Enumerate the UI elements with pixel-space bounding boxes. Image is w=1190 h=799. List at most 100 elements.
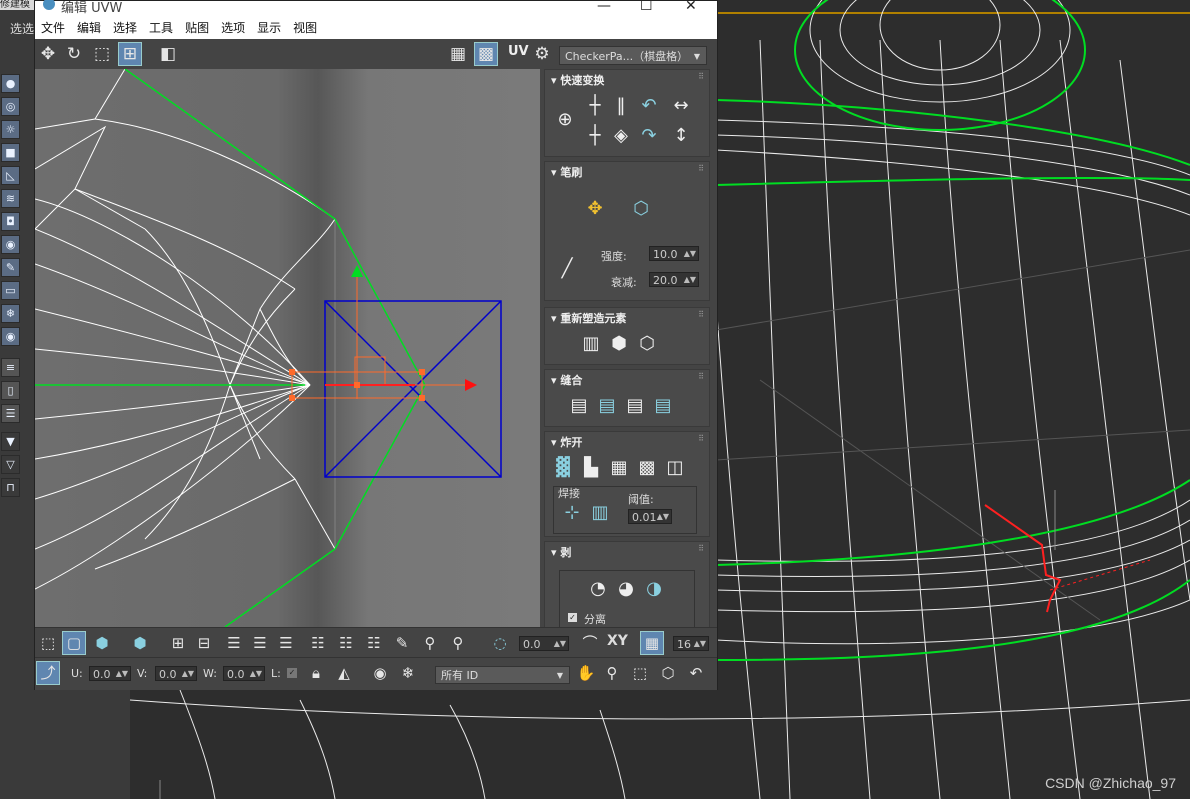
strength-spinner[interactable]: 10.0 ▲▼ — [649, 246, 699, 261]
weld-selected-icon[interactable]: ⊹ — [560, 501, 584, 525]
explode-title[interactable]: ▾ 炸开 — [551, 434, 582, 450]
flatten-icon[interactable]: ▦ — [607, 456, 631, 480]
shrink-selection-icon[interactable]: ⊟ — [193, 632, 215, 654]
loop-shrink-icon[interactable]: ☰ — [275, 632, 297, 654]
snap-toggle-icon[interactable]: ↶ — [685, 662, 707, 684]
shrink-brush-icon[interactable]: ⚲ — [447, 632, 469, 654]
helper-icon[interactable]: ◺ — [1, 166, 20, 185]
menu-select[interactable]: 选择 — [113, 17, 137, 39]
explode-edge-icon[interactable]: ◫ — [663, 456, 687, 480]
quick-transform-title[interactable]: ▾ 快速变换 — [551, 72, 604, 88]
w-spinner[interactable]: 0.0 ▲▼ — [223, 666, 265, 681]
stitch-custom-icon[interactable]: ▤ — [567, 394, 591, 418]
straighten-vertical-icon[interactable]: ↕ — [669, 124, 693, 148]
menu-mapping[interactable]: 贴图 — [185, 17, 209, 39]
peel-title[interactable]: ▾ 剥 — [551, 544, 571, 560]
align-horizontal-icon[interactable]: ┼ — [583, 94, 607, 118]
zoom-extents-icon[interactable]: ⬡ — [657, 662, 679, 684]
stitch-source-icon[interactable]: ▤ — [651, 394, 675, 418]
falloff-curve-icon[interactable]: ⌒ — [579, 632, 601, 654]
reset-peel-icon[interactable]: ◑ — [642, 577, 666, 601]
box-icon[interactable]: ⊓ — [1, 478, 20, 497]
filter2-icon[interactable]: ▽ — [1, 455, 20, 474]
move-icon[interactable]: ✥ — [37, 43, 59, 65]
list-icon[interactable]: ≡ — [1, 358, 20, 377]
hide-icon[interactable]: ◭ — [333, 662, 355, 684]
checker-off-icon[interactable]: ▦ — [447, 43, 469, 65]
utilities-icon[interactable]: ❄ — [1, 304, 20, 323]
light-icon[interactable]: ☼ — [1, 120, 20, 139]
relax-brush-icon[interactable]: ⬡ — [629, 197, 653, 221]
uv-label[interactable]: UV — [508, 44, 529, 59]
align-vertical-icon[interactable]: ┼ — [583, 124, 607, 148]
close-button[interactable]: ✕ — [685, 0, 697, 14]
modify-icon[interactable]: ◘ — [1, 212, 20, 231]
filter-icon[interactable]: ▼ — [1, 432, 20, 451]
falloff-spinner[interactable]: 20.0 ▲▼ — [649, 272, 699, 287]
eye-icon[interactable]: ◉ — [1, 327, 20, 346]
stitch-target-icon[interactable]: ▤ — [595, 394, 619, 418]
doc-icon[interactable]: ☰ — [1, 404, 20, 423]
threshold-spinner[interactable]: 0.01 ▲▼ — [628, 509, 672, 524]
brush-line-icon[interactable]: ╱ — [555, 257, 579, 281]
title-bar[interactable]: 编辑 UVW — ☐ ✕ — [35, 0, 717, 17]
menu-edit[interactable]: 编辑 — [77, 17, 101, 39]
straighten-icon[interactable]: ↔ — [669, 94, 693, 118]
l-checkbox[interactable]: ✓ — [287, 668, 297, 678]
falloff-space-label[interactable]: XY — [607, 633, 628, 649]
loop-icon[interactable]: ☰ — [223, 632, 245, 654]
sphere-icon[interactable]: ● — [1, 74, 20, 93]
spacewarp-icon[interactable]: ≋ — [1, 189, 20, 208]
snowflake-icon[interactable]: ❄ — [397, 662, 419, 684]
hierarchy-icon[interactable]: ◉ — [1, 235, 20, 254]
detach-checkbox[interactable]: ✓ — [568, 613, 577, 622]
rotate-icon[interactable]: ↻ — [63, 43, 85, 65]
peel-mode-icon[interactable]: ◕ — [614, 577, 638, 601]
pan-icon[interactable]: ✋ — [575, 662, 597, 684]
freeform-icon[interactable]: ⊞ — [118, 42, 142, 66]
enlarge-brush-icon[interactable]: ⚲ — [419, 632, 441, 654]
id-filter-select[interactable]: 所有 ID ▼ — [435, 666, 570, 684]
brush-title[interactable]: ▾ 笔刷 — [551, 164, 582, 180]
zoom-icon[interactable]: ⚲ — [601, 662, 623, 684]
snap-icon[interactable]: ▦ — [640, 631, 664, 655]
motion-icon[interactable]: ✎ — [1, 258, 20, 277]
space-horizontal-icon[interactable]: ◈ — [609, 124, 633, 148]
menu-tools[interactable]: 工具 — [149, 17, 173, 39]
select-face-icon[interactable]: ⬢ — [91, 632, 113, 654]
relax-icon[interactable]: ⬢ — [607, 332, 631, 356]
break-icon[interactable]: ▓ — [551, 456, 575, 480]
checker-icon[interactable]: ▩ — [474, 42, 498, 66]
reshape-title[interactable]: ▾ 重新塑造元素 — [551, 310, 626, 326]
rectangle-icon[interactable]: ⬡ — [635, 332, 659, 356]
minimize-button[interactable]: — — [597, 0, 611, 14]
ring-grow-icon[interactable]: ☷ — [335, 632, 357, 654]
explode-grid-icon[interactable]: ▩ — [635, 456, 659, 480]
freeze-eye-icon[interactable]: ◉ — [369, 662, 391, 684]
loop-grow-icon[interactable]: ☰ — [249, 632, 271, 654]
select-vertex-icon[interactable]: ⬚ — [37, 632, 59, 654]
blank-icon[interactable]: ▯ — [1, 381, 20, 400]
shapes-icon[interactable]: ◎ — [1, 97, 20, 116]
grow-selection-icon[interactable]: ⊞ — [167, 632, 189, 654]
rotate-cw-icon[interactable]: ↷ — [637, 124, 661, 148]
menu-file[interactable]: 文件 — [41, 17, 65, 39]
stitch-average-icon[interactable]: ▤ — [623, 394, 647, 418]
u-spinner[interactable]: 0.0 ▲▼ — [89, 666, 131, 681]
quick-peel-icon[interactable]: ◔ — [586, 577, 610, 601]
camera-icon[interactable]: ■ — [1, 143, 20, 162]
space-vertical-icon[interactable]: ‖ — [609, 94, 633, 118]
v-spinner[interactable]: 0.0 ▲▼ — [155, 666, 197, 681]
menu-view[interactable]: 视图 — [293, 17, 317, 39]
uv-edit-canvas[interactable] — [35, 69, 540, 627]
absolute-offset-icon[interactable]: ⤴ — [36, 661, 60, 685]
maximize-button[interactable]: ☐ — [640, 0, 653, 14]
soft-selection-icon[interactable]: ◌ — [489, 632, 511, 654]
zoom-region-icon[interactable]: ⬚ — [629, 662, 651, 684]
menu-options[interactable]: 选项 — [221, 17, 245, 39]
select-edge-icon[interactable]: ▢ — [62, 631, 86, 655]
straighten-selection-icon[interactable]: ▥ — [579, 332, 603, 356]
stitch-title[interactable]: ▾ 缝合 — [551, 372, 582, 388]
scale-icon[interactable]: ⬚ — [91, 43, 113, 65]
align-center-icon[interactable]: ⊕ — [553, 108, 577, 132]
